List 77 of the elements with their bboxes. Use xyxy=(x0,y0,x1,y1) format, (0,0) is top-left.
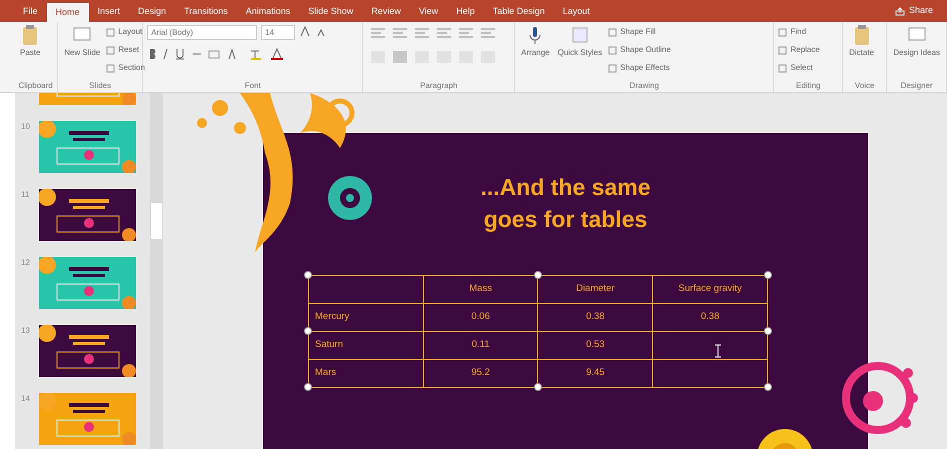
ribbon-tab[interactable]: Slide Show xyxy=(299,0,362,22)
slide-number: 14 xyxy=(21,393,31,405)
table-cell: Saturn xyxy=(308,332,424,360)
ribbon-group-label: Editing xyxy=(795,80,822,92)
table-cell: Mercury xyxy=(308,304,424,332)
ribbon-tab[interactable]: Layout xyxy=(554,0,599,22)
ribbon-tab[interactable]: Design xyxy=(129,0,176,22)
ribbon-button[interactable]: Paste xyxy=(18,25,42,59)
ribbon-tab[interactable]: View xyxy=(410,0,448,22)
text-cursor-icon xyxy=(714,344,722,358)
column-header: Diameter xyxy=(538,276,653,304)
table-cell: 0.53 xyxy=(538,332,653,360)
resize-handle[interactable] xyxy=(304,383,312,391)
ribbon-button[interactable]: Reset xyxy=(106,43,145,57)
ribbon-group-label: Clipboard xyxy=(18,80,54,92)
grow-font-icon[interactable] xyxy=(299,25,312,37)
ribbon-button[interactable]: Dictate xyxy=(847,25,876,59)
resize-handle[interactable] xyxy=(534,383,542,391)
ribbon-tab[interactable]: Review xyxy=(362,0,410,22)
ribbon-group-label: Drawing xyxy=(628,80,660,92)
column-header: Mass xyxy=(423,276,538,304)
ribbon-button[interactable]: Quick Styles xyxy=(556,25,604,59)
square-icon xyxy=(778,46,788,54)
slide-number: 13 xyxy=(21,325,31,337)
table-cell: 0.11 xyxy=(423,332,538,360)
square-icon xyxy=(608,46,618,54)
ribbon-tab[interactable]: Animations xyxy=(236,0,300,22)
resize-handle[interactable] xyxy=(304,271,312,279)
scrollbar-thumb[interactable] xyxy=(151,203,162,239)
ribbon-button[interactable]: Arrange xyxy=(519,25,552,59)
ribbon-group-label: Voice xyxy=(854,80,876,92)
table-cell: 0.38 xyxy=(538,304,653,332)
share-icon xyxy=(894,6,905,16)
square-icon xyxy=(608,64,618,72)
ribbon-group-label: Designer xyxy=(900,80,934,92)
font-size-field[interactable]: 14 xyxy=(261,25,296,40)
square-icon xyxy=(106,46,116,54)
ribbon-group-label: Slides xyxy=(88,80,112,92)
font-name-field[interactable]: Arial (Body) xyxy=(147,25,258,40)
table-cell: 0.06 xyxy=(423,304,538,332)
ribbon-button[interactable]: Design Ideas xyxy=(891,25,942,59)
square-icon xyxy=(778,28,788,36)
ribbon-tab[interactable]: Help xyxy=(447,0,484,22)
square-icon xyxy=(608,28,618,36)
resize-handle[interactable] xyxy=(764,383,772,391)
ribbon-button[interactable]: Find xyxy=(778,25,820,39)
square-icon xyxy=(106,64,116,72)
ribbon-group-label: Font xyxy=(244,80,262,92)
ribbon-tab[interactable]: File xyxy=(14,0,47,22)
ribbon-button[interactable]: Shape Fill xyxy=(608,25,671,39)
ribbon-button[interactable]: Section xyxy=(106,61,145,75)
table-cell: 95.2 xyxy=(423,360,538,388)
ribbon-tab[interactable]: Table Design xyxy=(484,0,554,22)
square-icon xyxy=(106,28,116,36)
slide-title: ...And the same goes for tables xyxy=(480,173,652,234)
ribbon-button[interactable]: Shape Effects xyxy=(608,61,671,75)
ribbon-button[interactable]: Shape Outline xyxy=(608,43,671,57)
column-header: Surface gravity xyxy=(652,276,768,304)
ribbon-button[interactable]: Select xyxy=(778,61,820,75)
ribbon-group-label: Paragraph xyxy=(419,80,458,92)
ribbon-tab[interactable]: Home xyxy=(46,3,89,22)
resize-handle[interactable] xyxy=(304,327,312,335)
slide-number: 12 xyxy=(21,257,31,269)
slide-number: 11 xyxy=(21,189,30,201)
resize-handle[interactable] xyxy=(534,271,542,279)
resize-handle[interactable] xyxy=(764,271,772,279)
ribbon-button[interactable]: Replace xyxy=(778,43,820,57)
ribbon-button[interactable]: Layout xyxy=(106,25,145,39)
table-cell: Mars xyxy=(308,360,424,388)
ribbon-tab[interactable]: Transitions xyxy=(175,0,237,22)
slide-number: 10 xyxy=(21,121,31,133)
square-icon xyxy=(778,64,788,72)
resize-handle[interactable] xyxy=(764,327,772,335)
share-button[interactable]: Share xyxy=(888,3,939,19)
ribbon-button[interactable]: New Slide xyxy=(62,25,102,59)
table-cell: 0.38 xyxy=(652,304,768,332)
ribbon-tab[interactable]: Insert xyxy=(88,0,130,22)
